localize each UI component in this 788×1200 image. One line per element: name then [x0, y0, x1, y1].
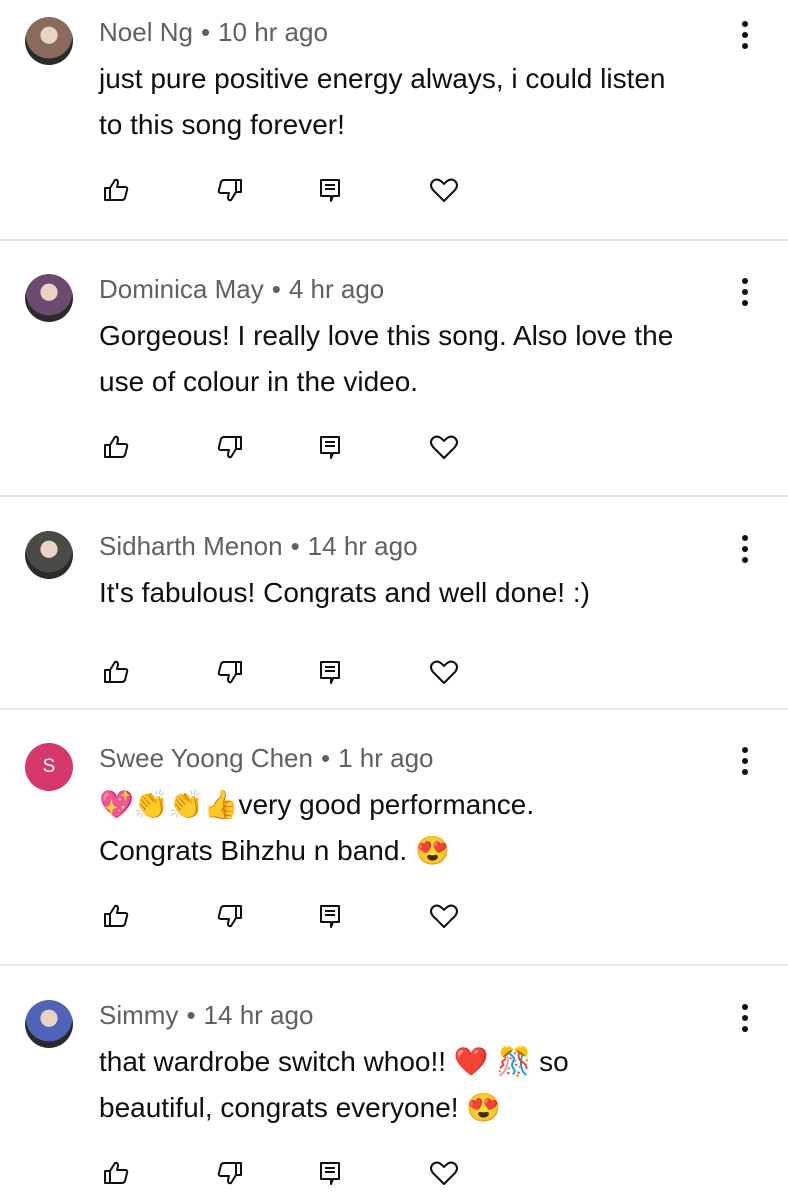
avatar[interactable] — [25, 274, 73, 322]
comment-meta: Sidharth Menon • 14 hr ago — [99, 530, 418, 562]
comment-text-line: use of colour in the video. — [99, 366, 419, 397]
comment-time: 14 hr ago — [307, 531, 418, 561]
thumbs-up-icon — [104, 1161, 129, 1184]
comment-author[interactable]: Sidharth Menon — [99, 531, 283, 561]
like-button[interactable] — [100, 656, 132, 688]
separator-dot: • — [186, 1000, 196, 1030]
heart-icon — [430, 904, 458, 928]
more-options-button[interactable] — [734, 273, 756, 311]
comment-text-line: just pure positive energy always, i coul… — [99, 63, 666, 94]
separator-dot: • — [271, 274, 281, 304]
dislike-button[interactable] — [214, 174, 246, 206]
comment-meta: Simmy • 14 hr ago — [99, 999, 313, 1031]
avatar[interactable] — [25, 531, 73, 579]
reply-icon — [320, 436, 340, 459]
dislike-button[interactable] — [214, 900, 246, 932]
separator-dot: • — [290, 531, 300, 561]
thumbs-down-icon — [217, 436, 242, 459]
comment-actions — [100, 431, 480, 467]
thumbs-down-icon — [217, 905, 242, 928]
reply-icon — [320, 1162, 340, 1185]
thumbs-down-icon — [217, 661, 242, 684]
thumbs-up-icon — [104, 660, 129, 683]
reply-icon — [320, 661, 340, 684]
avatar[interactable] — [25, 17, 73, 65]
thumbs-down-icon — [217, 1162, 242, 1185]
comment-actions — [100, 900, 480, 936]
more-vertical-icon — [742, 21, 748, 49]
more-options-button[interactable] — [734, 742, 756, 780]
more-vertical-icon — [742, 1004, 748, 1032]
heart-icon — [430, 435, 458, 459]
more-options-button[interactable] — [734, 16, 756, 54]
comment-divider — [0, 964, 788, 966]
thumbs-up-icon — [104, 904, 129, 927]
comment-meta: Dominica May • 4 hr ago — [99, 273, 384, 305]
like-button[interactable] — [100, 1157, 132, 1189]
comment-actions — [100, 656, 480, 692]
comment-text-line: that wardrobe switch whoo!! ❤️ 🎊 so — [99, 1046, 569, 1077]
avatar[interactable]: S — [25, 743, 73, 791]
heart-button[interactable] — [428, 174, 460, 206]
avatar-letter: S — [42, 756, 56, 777]
dislike-button[interactable] — [214, 1157, 246, 1189]
more-vertical-icon — [742, 535, 748, 563]
heart-icon — [430, 660, 458, 684]
more-options-button[interactable] — [734, 530, 756, 568]
comment-text: Gorgeous! I really love this song. Also … — [99, 313, 749, 405]
comment-author[interactable]: Noel Ng — [99, 17, 193, 47]
comment-text-line: It's fabulous! Congrats and well done! :… — [99, 577, 590, 608]
comment-meta: Swee Yoong Chen • 1 hr ago — [99, 742, 433, 774]
comment-divider — [0, 495, 788, 497]
heart-button[interactable] — [428, 431, 460, 463]
comment-text: 💖👏👏👍very good performance. Congrats Bihzh… — [99, 782, 749, 874]
comment-text-line: Congrats Bihzhu n band. 😍 — [99, 835, 450, 866]
comment-divider — [0, 239, 788, 241]
comment-meta: Noel Ng • 10 hr ago — [99, 16, 328, 48]
comment-text-line: 💖👏👏👍very good performance. — [99, 789, 535, 820]
heart-button[interactable] — [428, 900, 460, 932]
reply-button[interactable] — [314, 656, 346, 688]
heart-button[interactable] — [428, 656, 460, 688]
heart-icon — [430, 178, 458, 202]
dislike-button[interactable] — [214, 431, 246, 463]
like-button[interactable] — [100, 431, 132, 463]
comment-text: that wardrobe switch whoo!! ❤️ 🎊 so beaut… — [99, 1039, 749, 1131]
comment-time: 1 hr ago — [338, 743, 434, 773]
more-vertical-icon — [742, 747, 748, 775]
dislike-button[interactable] — [214, 656, 246, 688]
comment-text-line: Gorgeous! I really love this song. Also … — [99, 320, 674, 351]
comment-author[interactable]: Dominica May — [99, 274, 264, 304]
heart-icon — [430, 1161, 458, 1185]
thumbs-down-icon — [217, 179, 242, 202]
comment-author[interactable]: Swee Yoong Chen — [99, 743, 313, 773]
comment-time: 10 hr ago — [218, 17, 328, 47]
reply-button[interactable] — [314, 900, 346, 932]
comment-author[interactable]: Simmy — [99, 1000, 178, 1030]
heart-button[interactable] — [428, 1157, 460, 1189]
comment-time: 14 hr ago — [203, 1000, 314, 1030]
reply-button[interactable] — [314, 1157, 346, 1189]
comment-actions — [100, 1157, 480, 1193]
separator-dot: • — [200, 17, 211, 47]
reply-button[interactable] — [314, 431, 346, 463]
comment-time: 4 hr ago — [288, 274, 385, 304]
separator-dot: • — [320, 743, 331, 773]
reply-icon — [320, 905, 340, 928]
reply-button[interactable] — [314, 174, 346, 206]
comment-divider — [0, 708, 788, 710]
comment-text: just pure positive energy always, i coul… — [99, 56, 749, 148]
thumbs-up-icon — [104, 435, 129, 458]
more-options-button[interactable] — [734, 999, 756, 1037]
comment-text: It's fabulous! Congrats and well done! :… — [99, 570, 749, 616]
reply-icon — [320, 179, 340, 202]
more-vertical-icon — [742, 278, 748, 306]
comment-text-line: to this song forever! — [99, 109, 345, 140]
comment-text-line: beautiful, congrats everyone! 😍 — [99, 1092, 502, 1123]
like-button[interactable] — [100, 174, 132, 206]
comment-actions — [100, 174, 480, 210]
thumbs-up-icon — [104, 178, 129, 201]
like-button[interactable] — [100, 900, 132, 932]
avatar[interactable] — [25, 1000, 73, 1048]
